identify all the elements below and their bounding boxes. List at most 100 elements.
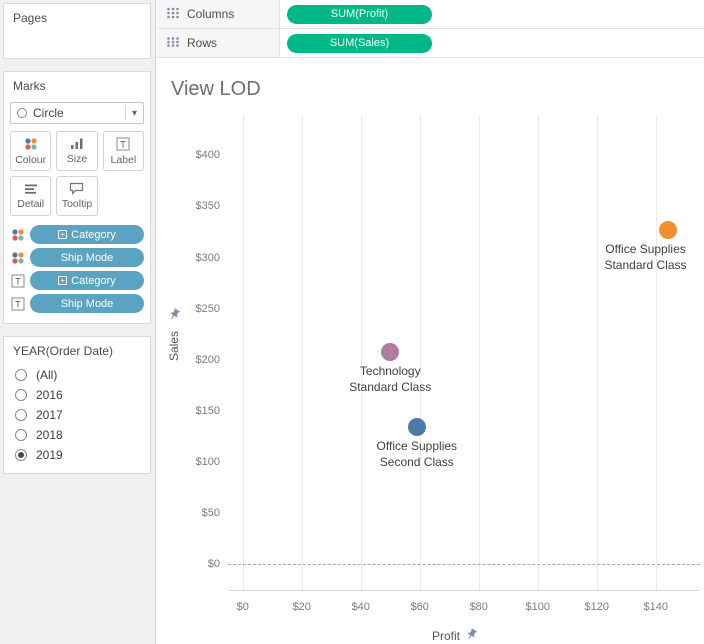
marks-title: Marks	[9, 79, 145, 93]
x-axis-title: Profit	[432, 629, 460, 643]
radio-button[interactable]	[15, 369, 27, 381]
y-tick-label: $300	[160, 252, 220, 264]
gridline	[656, 115, 657, 590]
filter-option-all[interactable]: (All)	[4, 365, 150, 385]
y-tick-label: $50	[160, 507, 220, 519]
svg-text:T: T	[15, 276, 21, 286]
x-tick-label: $20	[277, 601, 327, 613]
gridline	[420, 115, 421, 590]
pill-label: Category	[71, 275, 116, 287]
marks-pill-category[interactable]: + Category	[30, 271, 144, 290]
y-tick-label: $350	[160, 200, 220, 212]
tooltip-icon	[69, 182, 84, 195]
radio-label: 2019	[36, 448, 63, 462]
mark-circle-office-supplies-second-class[interactable]	[408, 418, 426, 436]
radio-button[interactable]	[15, 429, 27, 441]
svg-text:T: T	[15, 299, 21, 309]
marks-button-colour[interactable]: Colour	[10, 131, 51, 171]
mark-circle-office-supplies-standard-class[interactable]	[659, 221, 677, 239]
marks-pill-ship-mode[interactable]: Ship Mode	[30, 294, 144, 313]
text-label-icon: T	[10, 274, 25, 288]
size-icon	[70, 137, 84, 150]
gridline	[243, 115, 244, 590]
gridline	[597, 115, 598, 590]
x-axis-title-group: Profit	[432, 628, 478, 644]
columns-shelf-label: Columns	[157, 0, 280, 28]
mark-label-office-supplies-standard-class: Office SuppliesStandard Class	[588, 241, 703, 273]
pill-label: Ship Mode	[61, 252, 114, 264]
label-line-ship-mode: Standard Class	[588, 257, 703, 273]
label-line-category: Office Supplies	[588, 241, 703, 257]
y-tick-label: $0	[160, 558, 220, 570]
color-dots-icon	[24, 137, 38, 151]
tableau-app: Pages Marks Circle ▾ Colour Size T Label Det…	[0, 0, 704, 644]
x-tick-label: $100	[513, 601, 563, 613]
y-tick-label: $100	[160, 456, 220, 468]
marks-pill-category[interactable]: + Category	[30, 225, 144, 244]
marks-pills: + Category Ship Mode T + Category T Ship Mode	[9, 225, 145, 313]
marks-card: Marks Circle ▾ Colour Size T Label Detail Too…	[3, 71, 151, 324]
pages-title: Pages	[13, 11, 141, 25]
sidebar: Pages Marks Circle ▾ Colour Size T Label Det…	[0, 0, 156, 644]
marks-button-label: Label	[110, 154, 136, 166]
chart-area: View LOD Sales Profit $0$20$40$60$80$100…	[157, 58, 704, 644]
pages-shelf[interactable]: Pages	[3, 3, 151, 59]
chevron-down-icon[interactable]: ▾	[132, 108, 137, 119]
radio-button[interactable]	[15, 409, 27, 421]
radio-label: (All)	[36, 368, 57, 382]
label-line-ship-mode: Second Class	[359, 454, 474, 470]
radio-button[interactable]	[15, 389, 27, 401]
mark-circle-technology-standard-class[interactable]	[381, 343, 399, 361]
marks-pill-row: + Category	[10, 225, 144, 244]
filter-card: YEAR(Order Date) (All) 2016 2017 2018 2019	[3, 336, 151, 474]
columns-pill-area[interactable]: SUM(Profit)	[280, 0, 704, 28]
pin-icon[interactable]	[465, 628, 478, 644]
filter-option-2016[interactable]: 2016	[4, 385, 150, 405]
marks-pill-ship-mode[interactable]: Ship Mode	[30, 248, 144, 267]
columns-shelf: Columns SUM(Profit)	[157, 0, 704, 29]
marks-button-detail[interactable]: Detail	[10, 176, 51, 216]
y-axis-title-group: Sales	[167, 308, 181, 361]
dropdown-divider	[125, 106, 126, 120]
x-tick-label: $40	[336, 601, 386, 613]
mark-type-dropdown[interactable]: Circle ▾	[10, 102, 144, 124]
filter-option-2019[interactable]: 2019	[4, 445, 150, 465]
pill-label: Category	[71, 229, 116, 241]
filter-options: (All) 2016 2017 2018 2019	[4, 365, 150, 465]
expand-plus-icon[interactable]: +	[58, 230, 67, 239]
color-dots-icon	[10, 251, 25, 265]
rows-pill-sum-sales[interactable]: SUM(Sales)	[287, 34, 432, 53]
label-line-category: Office Supplies	[359, 438, 474, 454]
pill-label: Ship Mode	[61, 298, 114, 310]
columns-pill-sum-profit[interactable]: SUM(Profit)	[287, 5, 432, 24]
expand-plus-icon[interactable]: +	[58, 276, 67, 285]
radio-button[interactable]	[15, 449, 27, 461]
x-tick-label: $140	[631, 601, 681, 613]
marks-button-label[interactable]: T Label	[103, 131, 144, 171]
marks-button-size[interactable]: Size	[56, 131, 97, 171]
radio-label: 2016	[36, 388, 63, 402]
marks-button-label: Detail	[17, 198, 44, 210]
radio-label: 2018	[36, 428, 63, 442]
y-tick-label: $200	[160, 354, 220, 366]
filter-option-2018[interactable]: 2018	[4, 425, 150, 445]
x-tick-label: $60	[395, 601, 445, 613]
label-line-ship-mode: Standard Class	[333, 379, 448, 395]
filter-option-2017[interactable]: 2017	[4, 405, 150, 425]
label-line-category: Technology	[333, 363, 448, 379]
x-tick-label: $120	[572, 601, 622, 613]
y-tick-label: $150	[160, 405, 220, 417]
marks-pill-row: T + Category	[10, 271, 144, 290]
columns-label: Columns	[187, 7, 234, 21]
text-label-icon: T	[116, 137, 130, 151]
rows-pill-area[interactable]: SUM(Sales)	[280, 29, 704, 57]
gridline	[538, 115, 539, 590]
marks-button-label: Colour	[15, 154, 46, 166]
rows-shelf: Rows SUM(Sales)	[157, 29, 704, 58]
x-tick-label: $80	[454, 601, 504, 613]
marks-pill-row: T Ship Mode	[10, 294, 144, 313]
filter-title: YEAR(Order Date)	[4, 344, 150, 365]
color-dots-icon	[10, 228, 25, 242]
mark-label-technology-standard-class: TechnologyStandard Class	[333, 363, 448, 395]
marks-button-tooltip[interactable]: Tooltip	[56, 176, 97, 216]
